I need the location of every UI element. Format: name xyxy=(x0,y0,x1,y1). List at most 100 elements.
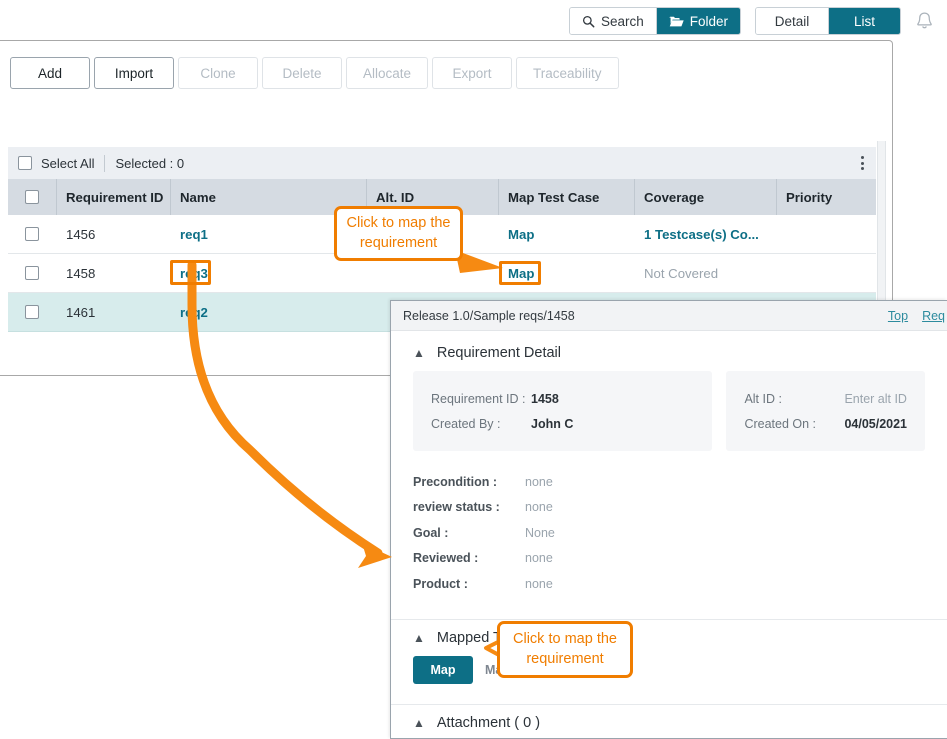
select-all-bar: Select All Selected : 0 xyxy=(8,147,876,179)
field-alt-id: Alt ID : Enter alt ID xyxy=(744,386,907,411)
field-review-status: review status : none xyxy=(413,495,925,521)
link-top[interactable]: Top xyxy=(888,309,908,323)
value-goal: None xyxy=(525,525,555,540)
more-options-icon[interactable] xyxy=(861,156,864,170)
callout-list: Click to map the requirement xyxy=(334,206,463,261)
search-icon xyxy=(582,15,595,28)
label-goal: Goal : xyxy=(413,525,449,540)
alt-id-input[interactable]: Enter alt ID xyxy=(844,392,907,406)
allocate-button: Allocate xyxy=(346,57,429,89)
map-button[interactable]: Map xyxy=(413,655,473,684)
section-title: Requirement Detail xyxy=(436,345,562,361)
folder-icon xyxy=(669,15,684,28)
section-header-attachment[interactable]: ▲ Attachment ( 0 ) xyxy=(391,705,947,733)
header-checkbox-cell xyxy=(8,190,56,204)
export-button: Export xyxy=(432,57,513,89)
bell-icon xyxy=(915,11,934,32)
mapped-test-cases-body: Map Ma xyxy=(391,652,947,694)
requirement-info-cards: Requirement ID : 1458 Created By : John … xyxy=(391,371,947,451)
highlight-req2-name xyxy=(170,260,211,285)
breadcrumb-release[interactable]: Release 1.0 xyxy=(403,309,470,323)
search-button[interactable]: Search xyxy=(569,8,656,34)
field-precondition: Precondition : none xyxy=(413,469,925,495)
cell-coverage: Not Covered xyxy=(644,265,719,281)
clone-button: Clone xyxy=(178,57,258,89)
requirement-fields: Precondition : none review status : none… xyxy=(391,451,947,603)
select-all-label: Select All xyxy=(41,155,95,171)
link-requirement[interactable]: Req xyxy=(922,309,945,323)
cell-name-link[interactable]: req2 xyxy=(170,305,366,320)
folder-button[interactable]: Folder xyxy=(655,8,740,34)
row-select-checkbox[interactable] xyxy=(25,305,39,319)
notification-bell-button[interactable] xyxy=(901,11,947,32)
detail-list-group: Detail List xyxy=(755,7,901,35)
highlight-map-link xyxy=(499,261,541,285)
tab-list[interactable]: List xyxy=(828,8,900,34)
callout-detail: Click to map the requirement xyxy=(497,621,633,678)
row-checkbox-cell xyxy=(8,266,56,280)
top-bar: Search Folder Detail List xyxy=(0,0,947,42)
select-all-checkbox[interactable] xyxy=(18,156,32,170)
row-select-checkbox[interactable] xyxy=(25,266,39,280)
add-button[interactable]: Add xyxy=(10,57,90,89)
row-select-checkbox[interactable] xyxy=(25,227,39,241)
label-product: Product : xyxy=(413,576,468,591)
map-link[interactable]: Map xyxy=(508,227,534,242)
cell-map-link: Map xyxy=(498,227,634,242)
cell-requirement-id: 1456 xyxy=(66,226,96,242)
column-header-coverage[interactable]: Coverage xyxy=(634,190,776,205)
section-header-requirement-detail[interactable]: ▲ Requirement Detail xyxy=(391,331,947,371)
cell-requirement-id: 1458 xyxy=(66,265,96,281)
action-toolbar: Add Import Clone Delete Allocate Export … xyxy=(10,57,619,89)
section-header-mapped-test-cases[interactable]: ▲ Mapped Test Cases xyxy=(391,620,947,652)
label-requirement-id: Requirement ID : xyxy=(431,391,526,406)
attachment-tabs: Files / Images Links xyxy=(391,733,947,739)
add-button-label: Add xyxy=(37,65,63,81)
breadcrumb-current: 1458 xyxy=(546,308,575,323)
callout-list-line2: requirement xyxy=(359,234,438,251)
column-header-priority[interactable]: Priority xyxy=(776,190,876,205)
breadcrumb: Release 1.0 / Sample reqs / 1458 Top Req xyxy=(391,301,947,331)
breadcrumb-folder[interactable]: Sample reqs xyxy=(473,309,543,323)
breadcrumb-links: Top Req xyxy=(888,301,945,331)
value-created-by: John C xyxy=(531,416,574,431)
allocate-button-label: Allocate xyxy=(363,65,412,81)
traceability-button: Traceability xyxy=(516,57,619,89)
column-header-alt-id[interactable]: Alt. ID xyxy=(366,190,498,205)
value-precondition: none xyxy=(525,474,553,489)
callout-list-line1: Click to map the xyxy=(346,214,451,231)
cell-coverage[interactable]: 1 Testcase(s) Co... xyxy=(634,227,776,242)
field-goal: Goal : None xyxy=(413,520,925,546)
row-checkbox-cell xyxy=(8,305,56,319)
list-label: List xyxy=(853,13,875,29)
info-card-primary: Requirement ID : 1458 Created By : John … xyxy=(413,371,713,451)
delete-button: Delete xyxy=(262,57,342,89)
value-product: none xyxy=(525,576,553,591)
section-title: Attachment ( 0 ) xyxy=(436,714,541,731)
traceability-button-label: Traceability xyxy=(533,65,602,81)
chevron-up-icon: ▲ xyxy=(413,630,425,645)
column-header-requirement-id[interactable]: Requirement ID xyxy=(56,190,170,205)
field-created-by: Created By : John C xyxy=(431,411,694,436)
header-select-checkbox[interactable] xyxy=(25,190,39,204)
tab-detail[interactable]: Detail xyxy=(756,8,828,34)
folder-label: Folder xyxy=(689,13,728,29)
annotation-arrow-head xyxy=(358,543,392,568)
delete-button-label: Delete xyxy=(282,65,322,81)
label-created-on: Created On : xyxy=(744,416,817,431)
column-header-map-test-case[interactable]: Map Test Case xyxy=(498,190,634,205)
search-label: Search xyxy=(600,13,644,29)
chevron-up-icon: ▲ xyxy=(413,715,425,730)
value-reviewed: none xyxy=(525,551,553,566)
field-product: Product : none xyxy=(413,571,925,597)
requirement-detail-panel: Release 1.0 / Sample reqs / 1458 Top Req… xyxy=(390,300,947,739)
callout-detail-line2: requirement xyxy=(526,650,604,667)
import-button-label: Import xyxy=(114,65,154,81)
export-button-label: Export xyxy=(452,65,492,81)
clone-button-label: Clone xyxy=(200,65,236,81)
detail-label: Detail xyxy=(774,13,810,29)
column-header-name[interactable]: Name xyxy=(170,190,366,205)
import-button[interactable]: Import xyxy=(94,57,174,89)
chevron-up-icon: ▲ xyxy=(413,346,425,360)
top-bar-controls: Search Folder Detail List xyxy=(568,0,947,42)
